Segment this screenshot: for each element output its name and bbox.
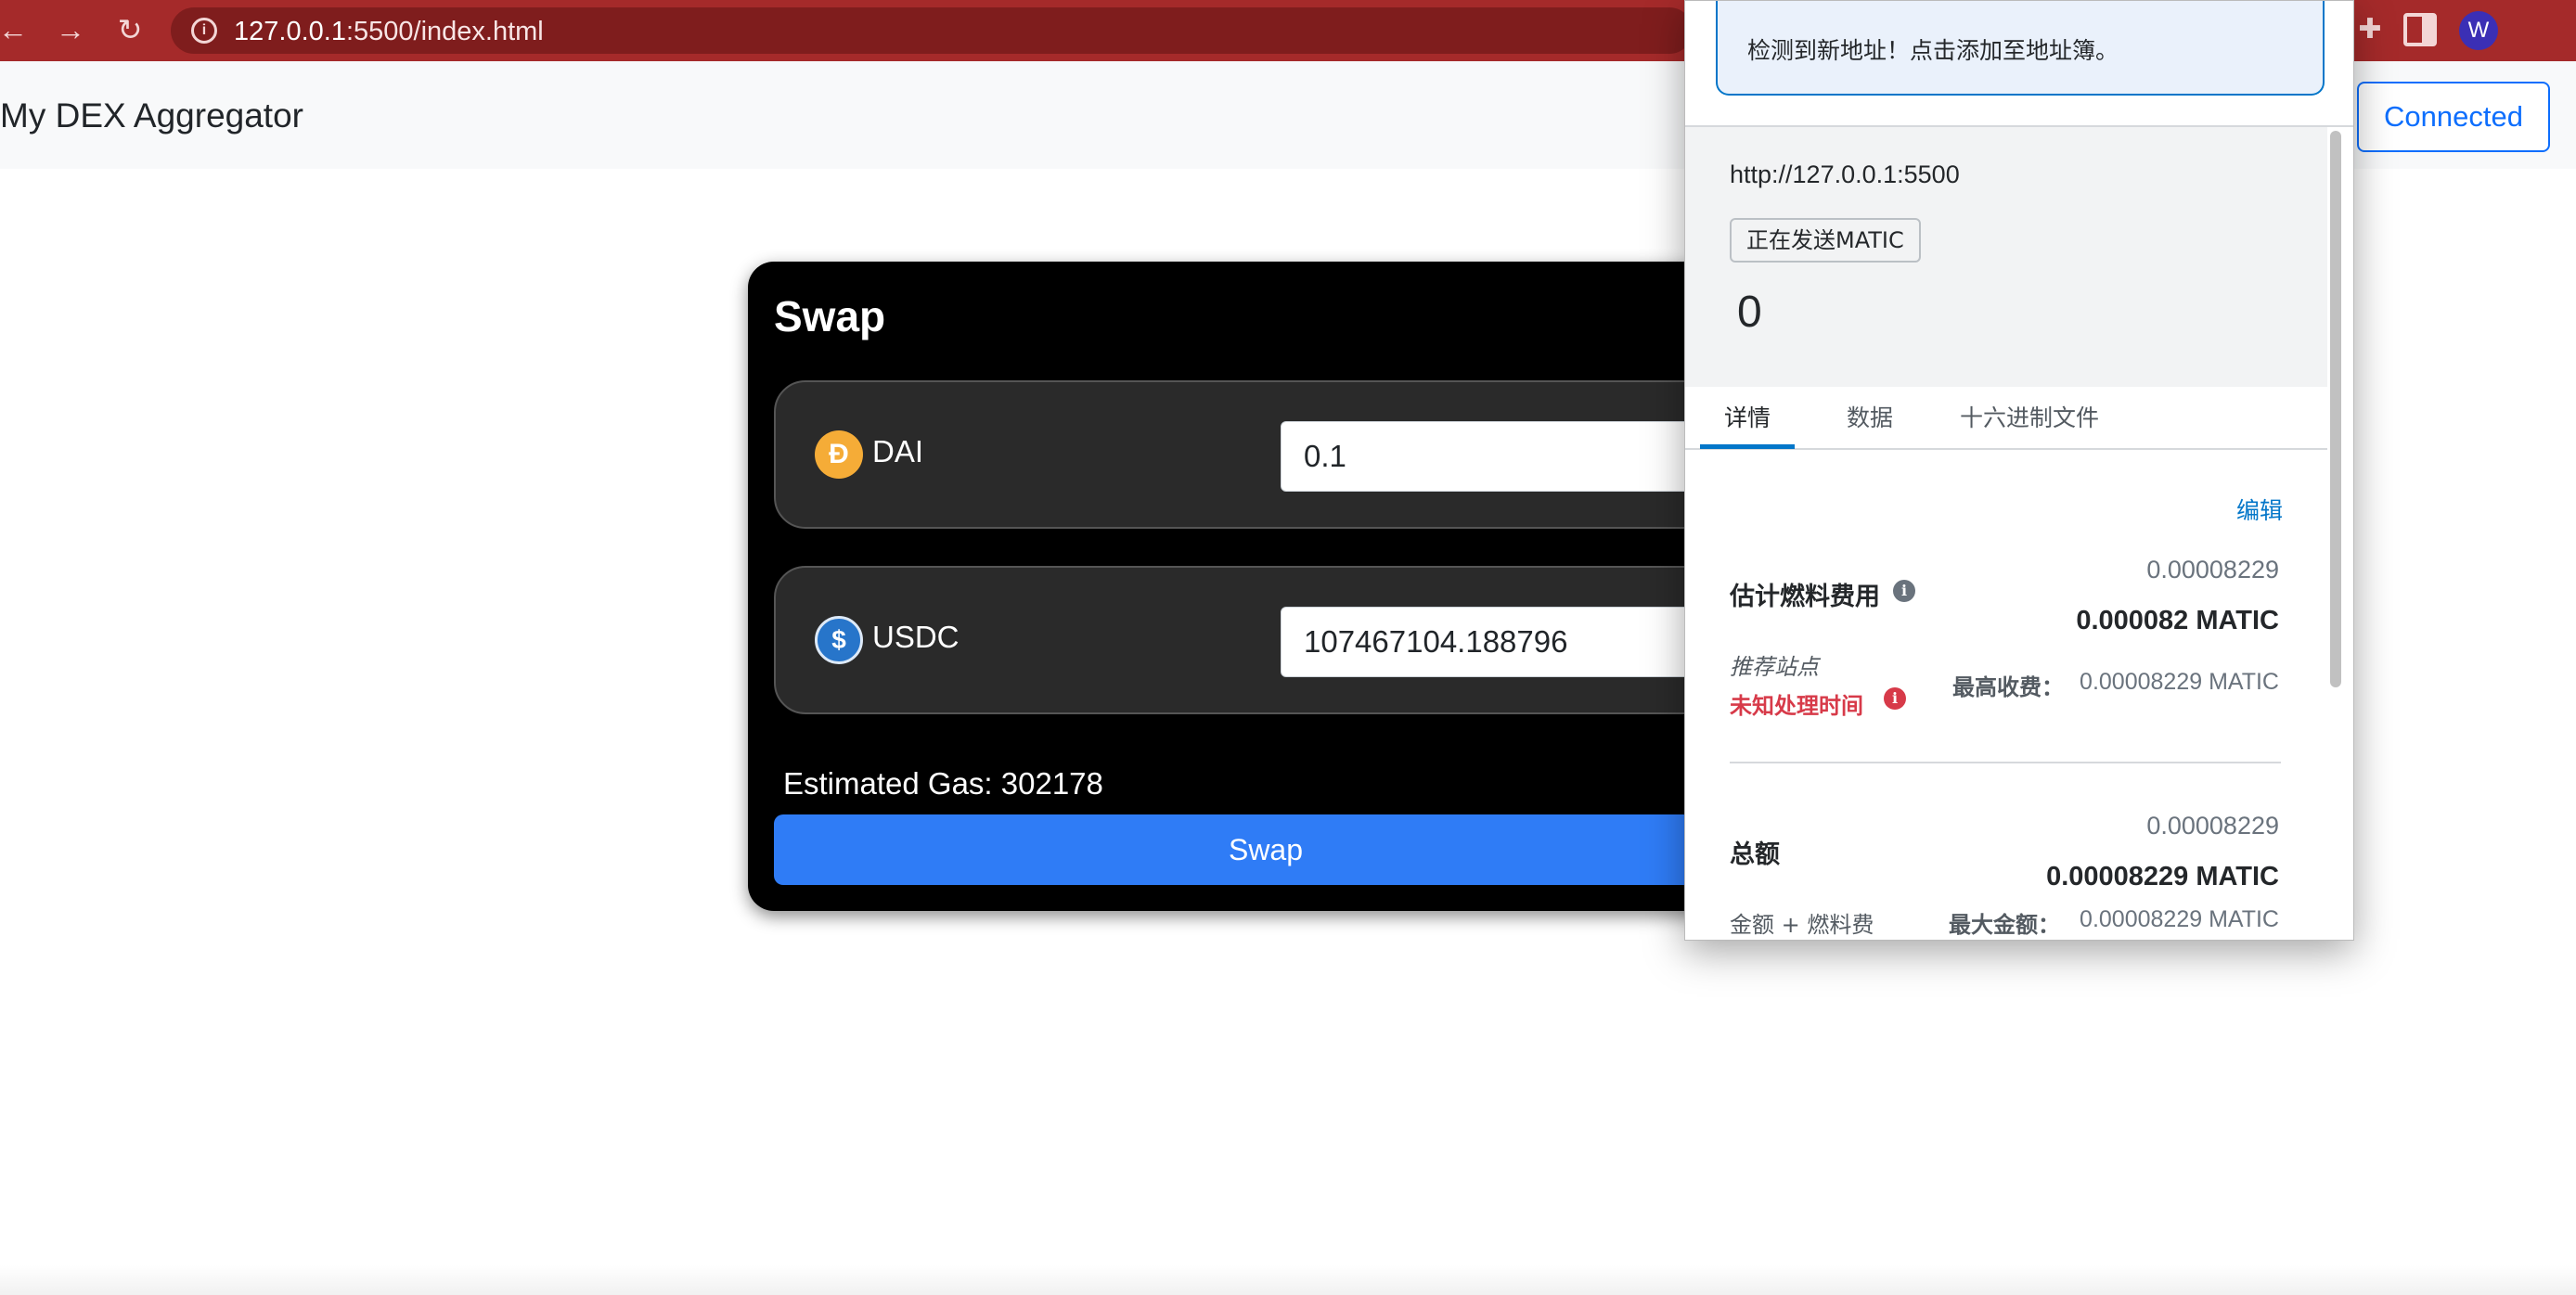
usdc-token-icon[interactable] (815, 616, 863, 664)
app-title[interactable]: My DEX Aggregator (0, 96, 303, 135)
from-token-symbol[interactable]: DAI (872, 434, 923, 469)
new-address-notice-text: 检测到新地址！点击添加至地址簿。 (1747, 37, 2119, 64)
warning-info-icon[interactable]: i (1884, 687, 1906, 710)
to-token-row: USDC 107467104.188796 (774, 566, 1763, 714)
details-tabs: 详情 数据 十六进制文件 (1685, 387, 2327, 450)
page-bottom-edge (0, 1265, 2576, 1295)
fee-info-icon[interactable]: i (1893, 580, 1915, 602)
site-info-icon[interactable]: i (191, 18, 217, 44)
url-host: 127.0.0.1 (234, 17, 346, 46)
unknown-time-label: 未知处理时间 (1730, 693, 1863, 719)
max-fee-value: 0.00008229 MATIC (2080, 669, 2279, 695)
estimated-fee-value: 0.000082 MATIC (2076, 606, 2279, 635)
send-amount: 0 (1737, 288, 1762, 337)
total-value: 0.00008229 MATIC (2046, 862, 2279, 891)
estimated-gas-label: Estimated Gas: 302178 (783, 766, 1103, 801)
side-panel-icon[interactable] (2403, 13, 2437, 46)
extensions-puzzle-icon[interactable]: ✚ (2353, 13, 2387, 46)
swap-title: Swap (774, 292, 886, 340)
from-token-row: DAI 0.1 (774, 380, 1763, 529)
dai-token-icon[interactable] (815, 430, 863, 479)
estimated-fee-fiat: 0.00008229 (2146, 556, 2279, 583)
total-label: 总额 (1730, 840, 1780, 869)
tab-hex[interactable]: 十六进制文件 (1960, 400, 2099, 433)
max-fee-label: 最高收费： (1952, 674, 2064, 700)
total-sub-label: 金额 + 燃料费 (1730, 912, 1874, 938)
address-bar[interactable]: i 127.0.0.1:5500/index.html (171, 7, 1693, 54)
reload-icon[interactable]: ↻ (111, 11, 148, 48)
swap-card: Swap DAI 0.1 USDC 107467104.188796 Estim… (748, 262, 1769, 911)
wallet-confirmation-popup: 检测到新地址！点击添加至地址簿。 http://127.0.0.1:5500 正… (1684, 0, 2354, 941)
total-fiat: 0.00008229 (2146, 812, 2279, 840)
address-bar-url[interactable]: 127.0.0.1:5500/index.html (234, 17, 544, 47)
action-chip: 正在发送MATIC (1730, 218, 1921, 263)
forward-arrow-icon[interactable]: → (52, 11, 89, 48)
tab-details[interactable]: 详情 (1724, 400, 1771, 433)
estimated-fee-label: 估计燃料费用 (1730, 583, 1880, 611)
active-tab-indicator (1700, 444, 1795, 449)
tab-data[interactable]: 数据 (1847, 400, 1893, 433)
edit-fee-link[interactable]: 编辑 (2236, 493, 2283, 526)
profile-avatar[interactable]: W (2459, 11, 2498, 50)
connect-wallet-button[interactable]: Connected (2357, 82, 2550, 152)
back-arrow-icon[interactable]: ← (0, 11, 32, 48)
site-suggested-label: 推荐站点 (1730, 654, 1819, 680)
max-amount-label: 最大金额： (1949, 912, 2060, 938)
to-token-symbol[interactable]: USDC (872, 620, 960, 655)
url-path: :5500/index.html (345, 17, 544, 46)
popup-scrollbar[interactable] (2330, 131, 2341, 687)
swap-button[interactable]: Swap (774, 814, 1758, 885)
new-address-notice[interactable]: 检测到新地址！点击添加至地址簿。 (1716, 1, 2325, 96)
max-amount-value: 0.00008229 MATIC (2080, 906, 2279, 932)
divider (1730, 762, 2281, 763)
transaction-summary: http://127.0.0.1:5500 正在发送MATIC 0 (1685, 127, 2327, 387)
origin-url: http://127.0.0.1:5500 (1730, 160, 1960, 188)
